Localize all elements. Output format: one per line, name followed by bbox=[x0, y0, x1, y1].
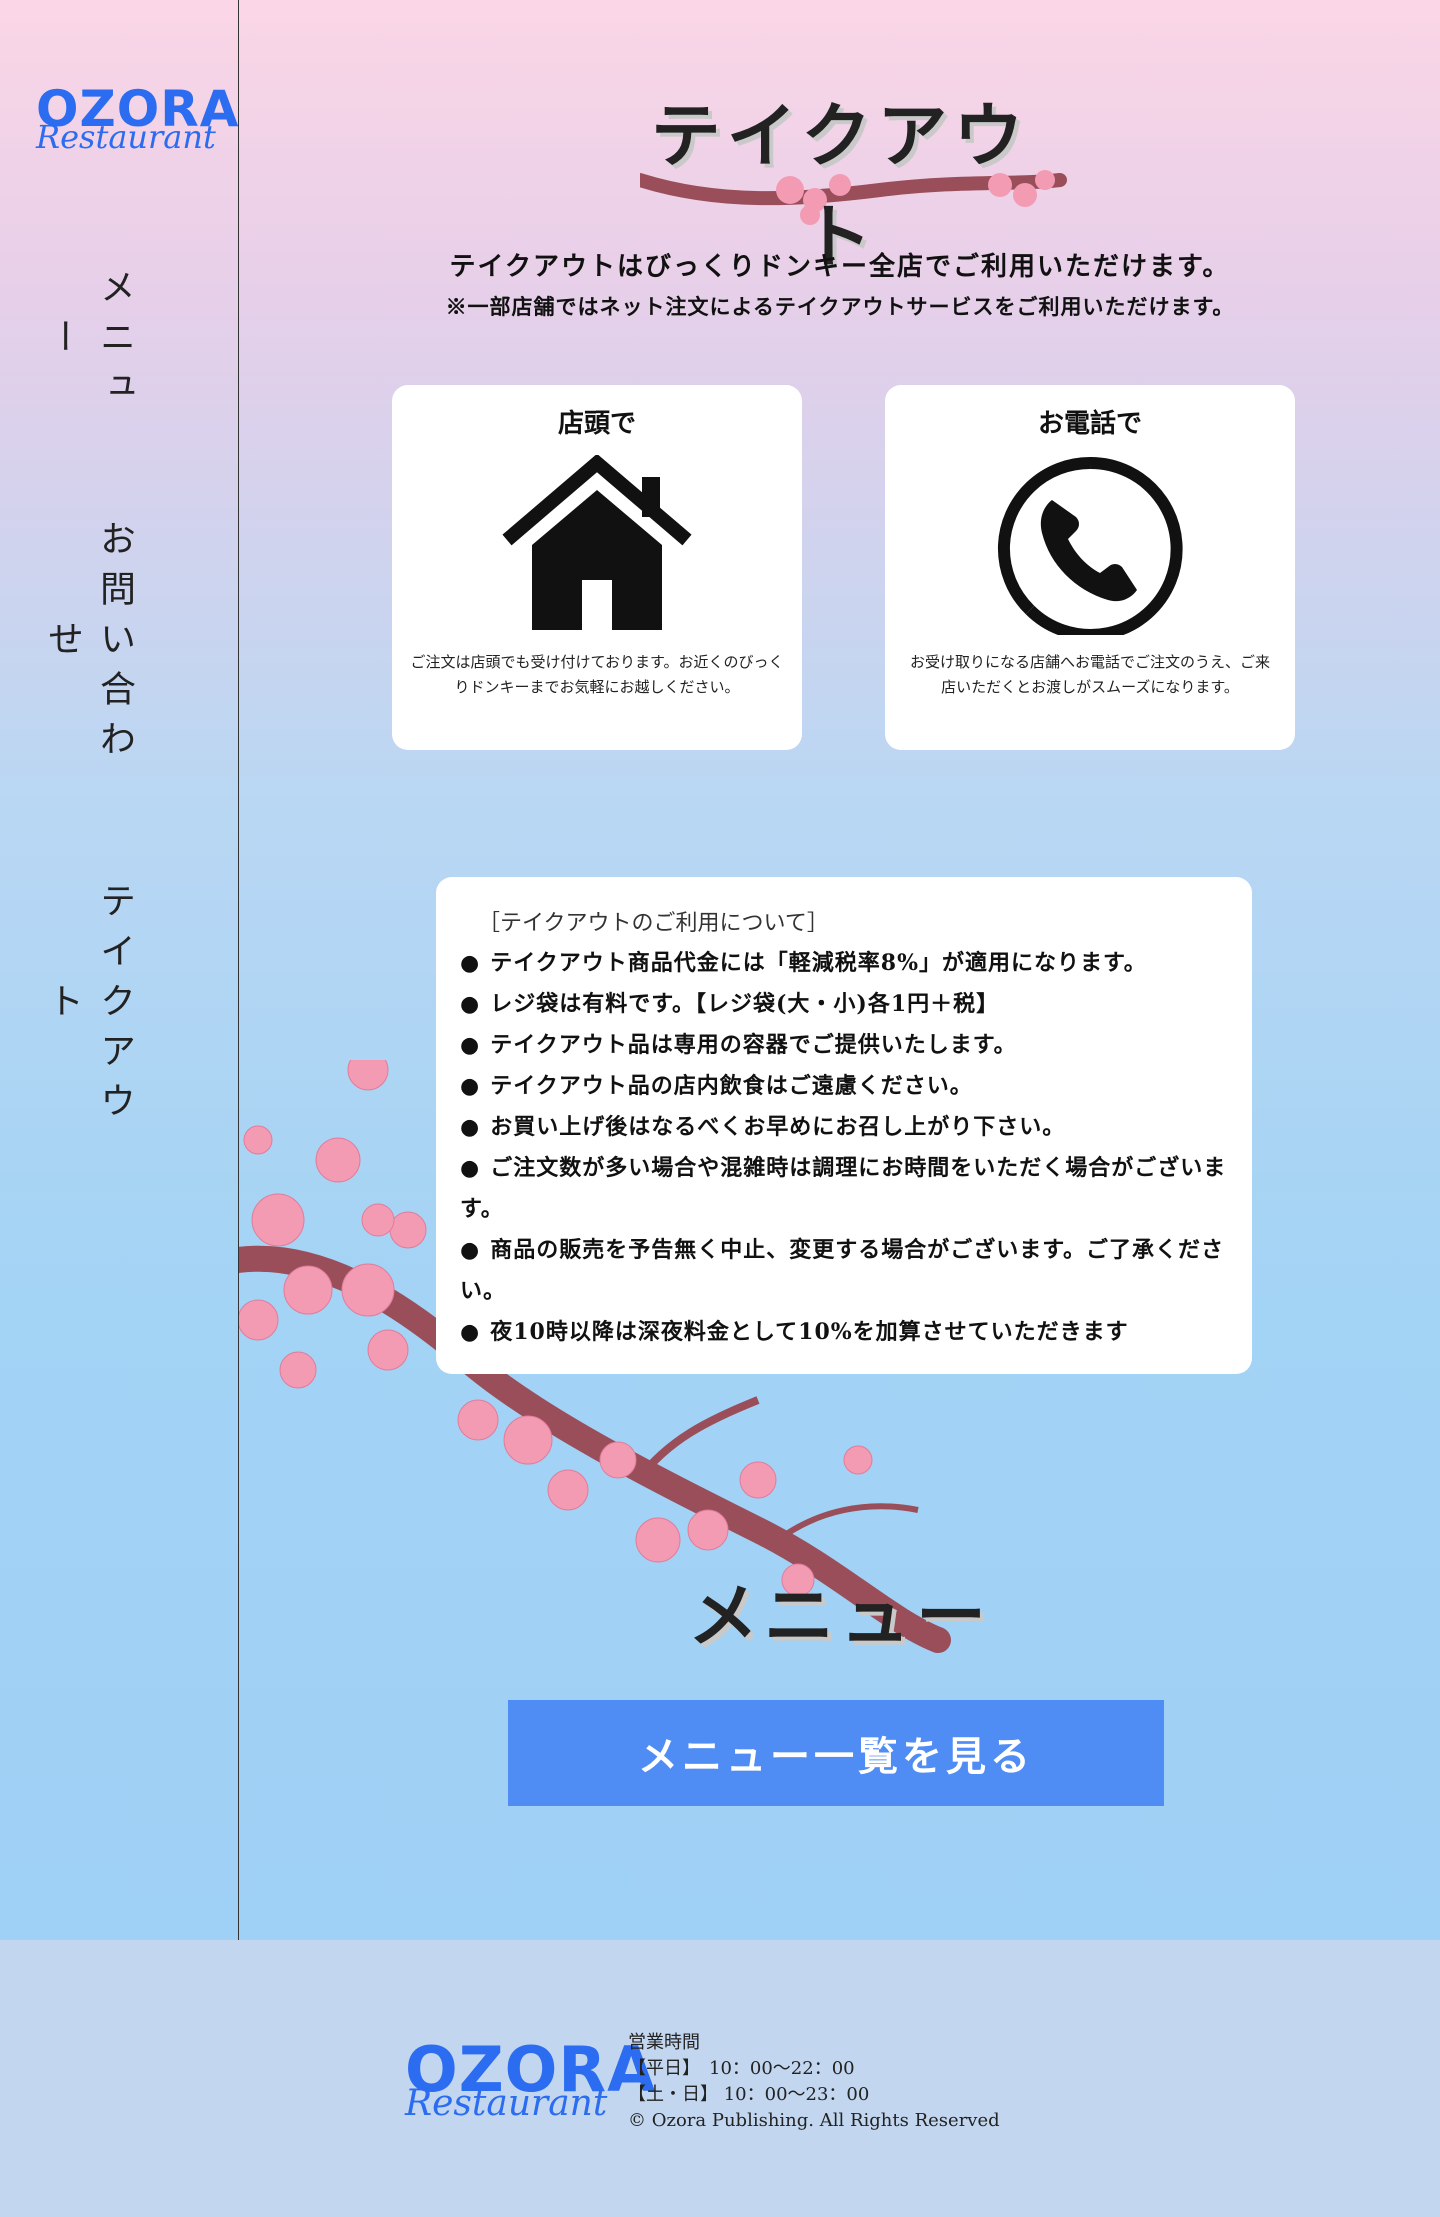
nav-item-menu[interactable]: メニュー bbox=[42, 248, 140, 438]
card-in-store: 店頭で ご注文は店頭でも受け付けております。お近くのびっくりドンキーまでお気軽に… bbox=[392, 385, 802, 750]
card-phone: お電話で お受け取りになる店舗へお電話でご注文のうえ、ご来店いただくとお渡しがス… bbox=[885, 385, 1295, 750]
footer-logo[interactable]: OZORA Restaurant bbox=[405, 2039, 655, 2124]
info-list: ● テイクアウト商品代金には「軽減税率8%」が適用になります。 ● レジ袋は有料です… bbox=[460, 943, 1232, 1353]
list-item: ● テイクアウト商品代金には「軽減税率8%」が適用になります。 bbox=[460, 950, 1147, 976]
hours-weekend: 【土・日】 10：00～23：00 bbox=[628, 2084, 870, 2105]
page-header: テイクアウト bbox=[620, 70, 1067, 278]
view-menu-button[interactable]: メニュー一覧を見る bbox=[508, 1700, 1164, 1806]
intro-note: ※一部店舗ではネット注文によるテイクアウトサービスをご利用いただけます。 bbox=[445, 294, 1235, 319]
sidebar: OZORA Restaurant メニュー お問い合わせ テイクアウト bbox=[0, 0, 239, 1940]
hours-label: 営業時間 bbox=[628, 2032, 700, 2053]
copyright: © Ozora Publishing. All Rights Reserved bbox=[628, 2110, 1000, 2131]
list-item: ● 商品の販売を予告無く中止、変更する場合がございます。ご了承ください。 bbox=[460, 1237, 1225, 1304]
logo-sub: Restaurant bbox=[36, 118, 216, 156]
card-title: お電話で bbox=[1037, 409, 1142, 439]
card-description: ご注文は店頭でも受け付けております。お近くのびっくりドンキーまでお気軽にお越しく… bbox=[410, 653, 784, 696]
intro-text: テイクアウトはびっくりドンキー全店でご利用いただけます。 bbox=[449, 252, 1231, 282]
list-item: ● レジ袋は有料です。【レジ袋(大・小)各1円＋税】 bbox=[460, 991, 1000, 1017]
sidebar-logo[interactable]: OZORA Restaurant bbox=[36, 84, 238, 156]
bullet-icon: ● bbox=[460, 991, 481, 1017]
bullet-icon: ● bbox=[460, 1114, 481, 1140]
hours-weekday: 【平日】 10：00～22：00 bbox=[628, 2058, 855, 2079]
card-description: お受け取りになる店舗へお電話でご注文のうえ、ご来店いただくとお渡しがスムーズにな… bbox=[909, 653, 1270, 696]
bullet-icon: ● bbox=[460, 1073, 481, 1099]
business-hours: 営業時間 【平日】 10：00～22：00 【土・日】 10：00～23：00 … bbox=[628, 2030, 1000, 2134]
card-title: 店頭で bbox=[557, 409, 636, 439]
list-item: ● 夜10時以降は深夜料金として10%を加算させていただきます bbox=[460, 1319, 1129, 1345]
logo-sub: Restaurant bbox=[405, 2083, 608, 2124]
bullet-icon: ● bbox=[460, 1032, 481, 1058]
list-item: ● お買い上げ後はなるべくお早めにお召し上がり下さい。 bbox=[460, 1114, 1066, 1140]
list-item: ● テイクアウト品の店内飲食はご遠慮ください。 bbox=[460, 1073, 973, 1099]
info-heading: ［テイクアウトのご利用について］ bbox=[478, 911, 829, 936]
bullet-icon: ● bbox=[460, 950, 481, 976]
menu-section-title: メニュー bbox=[688, 1574, 992, 1657]
nav-item-contact[interactable]: お問い合わせ bbox=[42, 500, 140, 790]
bullet-icon: ● bbox=[460, 1319, 481, 1345]
house-icon bbox=[502, 455, 692, 630]
list-item: ● ご注文数が多い場合や混雑時は調理にお時間をいただく場合がございます。 bbox=[460, 1155, 1227, 1222]
takeout-info-box: ［テイクアウトのご利用について］ ● テイクアウト商品代金には「軽減税率8%」が適… bbox=[436, 877, 1252, 1374]
nav-item-takeout[interactable]: テイクアウト bbox=[42, 862, 140, 1152]
bullet-icon: ● bbox=[460, 1155, 481, 1181]
list-item: ● テイクアウト品は専用の容器でご提供いたします。 bbox=[460, 1032, 1017, 1058]
phone-icon bbox=[997, 456, 1183, 635]
bullet-icon: ● bbox=[460, 1237, 481, 1263]
